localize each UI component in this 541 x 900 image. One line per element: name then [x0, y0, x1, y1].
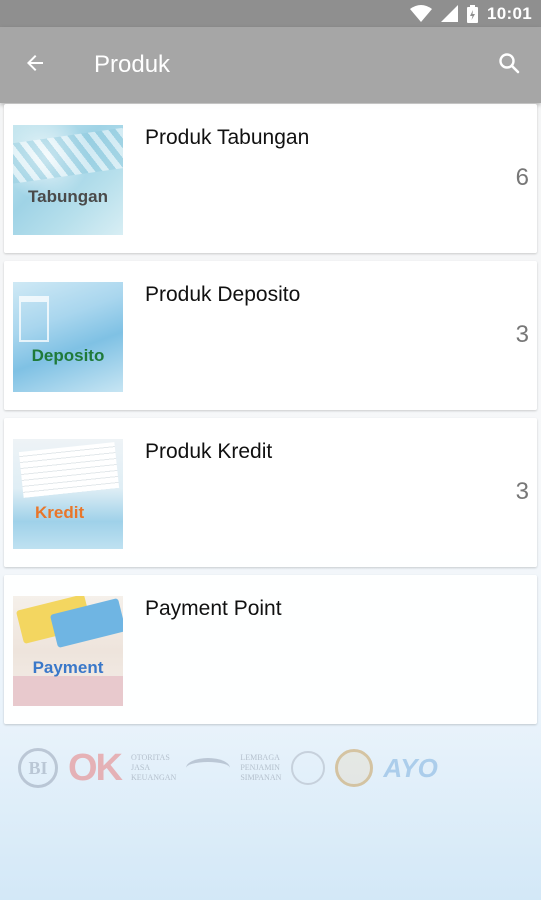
wifi-icon	[410, 5, 433, 22]
status-time: 10:01	[487, 3, 532, 23]
back-button[interactable]	[0, 27, 70, 103]
status-bar: 10:01	[0, 0, 541, 27]
product-thumbnail-payment: Payment	[13, 596, 123, 706]
partner-logos: BI OK OTORITAS JASA KEUANGAN LEMBAGA PEN…	[18, 738, 528, 798]
lps-logo-text: LEMBAGA PENJAMIN SIMPANAN	[240, 753, 282, 782]
ojk-logo-text: OTORITAS JASA KEUANGAN	[131, 753, 177, 782]
search-button[interactable]	[479, 27, 539, 103]
product-name: Produk Deposito	[145, 283, 301, 306]
thumbnail-label: Payment	[32, 658, 104, 677]
ayo-logo: AYO	[383, 752, 438, 783]
ojk-logo: OK	[68, 746, 123, 789]
page-title: Produk	[94, 51, 171, 78]
product-item-tabungan[interactable]: Tabungan Produk Tabungan 6	[4, 104, 537, 253]
product-name: Produk Tabungan	[145, 126, 310, 149]
round-emblem-icon	[291, 751, 326, 785]
product-name: Produk Kredit	[145, 440, 273, 463]
seal-emblem-icon	[335, 749, 374, 787]
app-bar: Produk	[0, 27, 541, 103]
product-count: 6	[515, 164, 529, 191]
search-icon	[497, 51, 521, 80]
product-count: 3	[515, 478, 529, 505]
thumbnail-label: Deposito	[31, 346, 105, 365]
bank-indonesia-logo: BI	[18, 748, 58, 788]
product-thumbnail-kredit: Kredit	[13, 439, 123, 549]
product-item-payment-point[interactable]: Payment Payment Point	[4, 575, 537, 724]
thumbnail-label: Kredit	[35, 503, 85, 522]
arrow-left-icon	[23, 51, 47, 80]
product-thumbnail-tabungan: Tabungan	[13, 125, 123, 235]
lps-swirl-icon	[186, 758, 231, 778]
product-name: Payment Point	[145, 597, 282, 620]
product-list: Tabungan Produk Tabungan 6 Deposito Prod…	[4, 104, 537, 732]
product-item-deposito[interactable]: Deposito Produk Deposito 3	[4, 261, 537, 410]
product-count: 3	[515, 321, 529, 348]
product-thumbnail-deposito: Deposito	[13, 282, 123, 392]
thumbnail-label: Tabungan	[28, 187, 108, 206]
product-item-kredit[interactable]: Kredit Produk Kredit 3	[4, 418, 537, 567]
signal-icon	[441, 5, 459, 22]
battery-icon	[467, 4, 479, 23]
